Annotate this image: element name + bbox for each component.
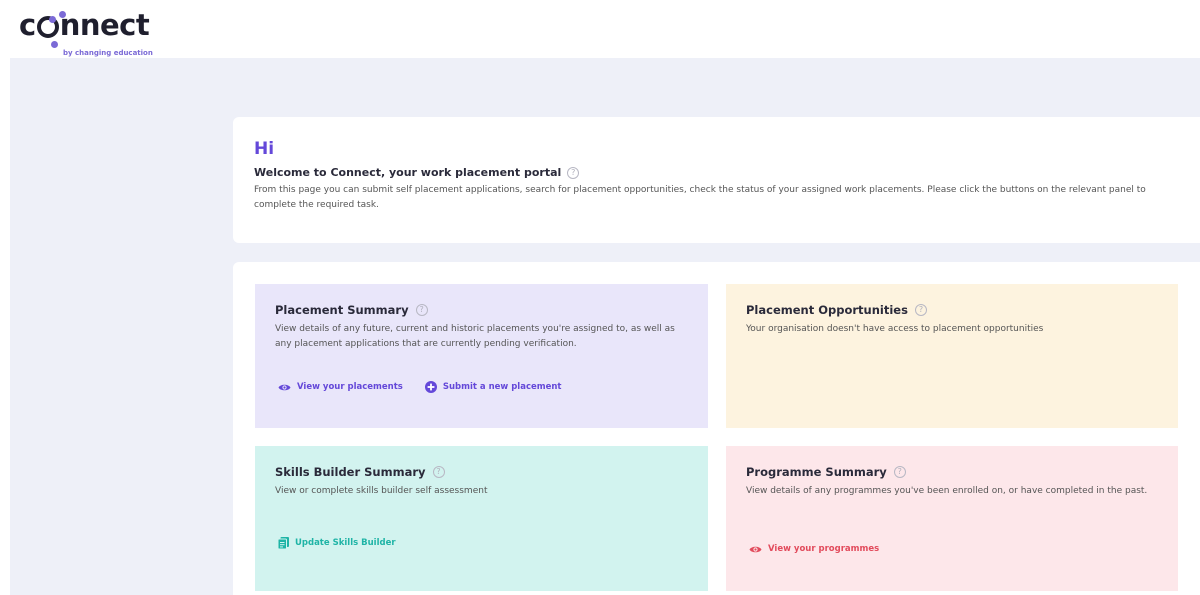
logo-letter-c: c (19, 8, 36, 42)
panel-actions: View your programmes (749, 544, 879, 554)
view-placements-button[interactable]: View your placements (278, 382, 403, 392)
submit-placement-button[interactable]: Submit a new placement (424, 381, 562, 393)
logo-letters: nnect (59, 8, 150, 42)
panel-actions: View your placements Submit a new placem… (278, 381, 562, 393)
eye-icon (749, 545, 762, 554)
panel-title: Placement Summary ? (275, 303, 688, 317)
view-programmes-button[interactable]: View your programmes (749, 544, 879, 554)
placement-summary-panel: Placement Summary ? View details of any … (255, 284, 708, 428)
panel-title-text: Placement Opportunities (746, 303, 908, 317)
panel-description: View or complete skills builder self ass… (275, 486, 488, 496)
panel-description: View details of any programmes you've be… (746, 486, 1148, 496)
panel-title: Programme Summary ? (746, 465, 1158, 479)
logo-wordmark: c nnect (19, 8, 150, 42)
action-label: Submit a new placement (442, 382, 562, 392)
welcome-title-text: Welcome to Connect, your work placement … (254, 166, 562, 179)
help-icon[interactable]: ? (893, 466, 906, 478)
panel-title: Skills Builder Summary ? (275, 465, 688, 479)
help-icon[interactable]: ? (567, 166, 580, 179)
panel-title: Placement Opportunities ? (746, 303, 1158, 317)
help-icon[interactable]: ? (415, 304, 428, 316)
document-icon (278, 537, 289, 549)
eye-icon (278, 383, 291, 392)
action-label: Update Skills Builder (295, 538, 396, 548)
placement-opportunities-panel: Placement Opportunities ? Your organisat… (726, 284, 1178, 428)
update-skills-builder-button[interactable]: Update Skills Builder (278, 537, 396, 549)
panel-title-text: Programme Summary (746, 465, 887, 479)
greeting: Hi (254, 139, 275, 159)
panel-description: View details of any future, current and … (275, 324, 675, 349)
plus-circle-icon (424, 381, 437, 393)
skills-builder-panel: Skills Builder Summary ? View or complet… (255, 446, 708, 591)
welcome-card: Hi Welcome to Connect, your work placeme… (233, 117, 1200, 243)
panel-title-text: Skills Builder Summary (275, 465, 426, 479)
welcome-title: Welcome to Connect, your work placement … (254, 166, 1179, 179)
logo-node-icon (59, 11, 66, 18)
panel-actions: Update Skills Builder (278, 537, 396, 549)
logo-node-icon (49, 16, 56, 23)
panel-title-text: Placement Summary (275, 303, 409, 317)
help-icon[interactable]: ? (914, 304, 927, 316)
logo-tagline: by changing education (63, 49, 153, 57)
help-icon[interactable]: ? (432, 466, 445, 478)
panel-description: Your organisation doesn't have access to… (746, 324, 1044, 334)
programme-summary-panel: Programme Summary ? View details of any … (726, 446, 1178, 591)
welcome-description: From this page you can submit self place… (254, 185, 1146, 210)
logo-node-icon (51, 41, 58, 48)
action-label: View your programmes (768, 544, 880, 554)
connect-logo[interactable]: c nnect by changing education (19, 8, 153, 57)
action-label: View your placements (297, 382, 403, 392)
header: c nnect by changing education (0, 0, 1200, 58)
